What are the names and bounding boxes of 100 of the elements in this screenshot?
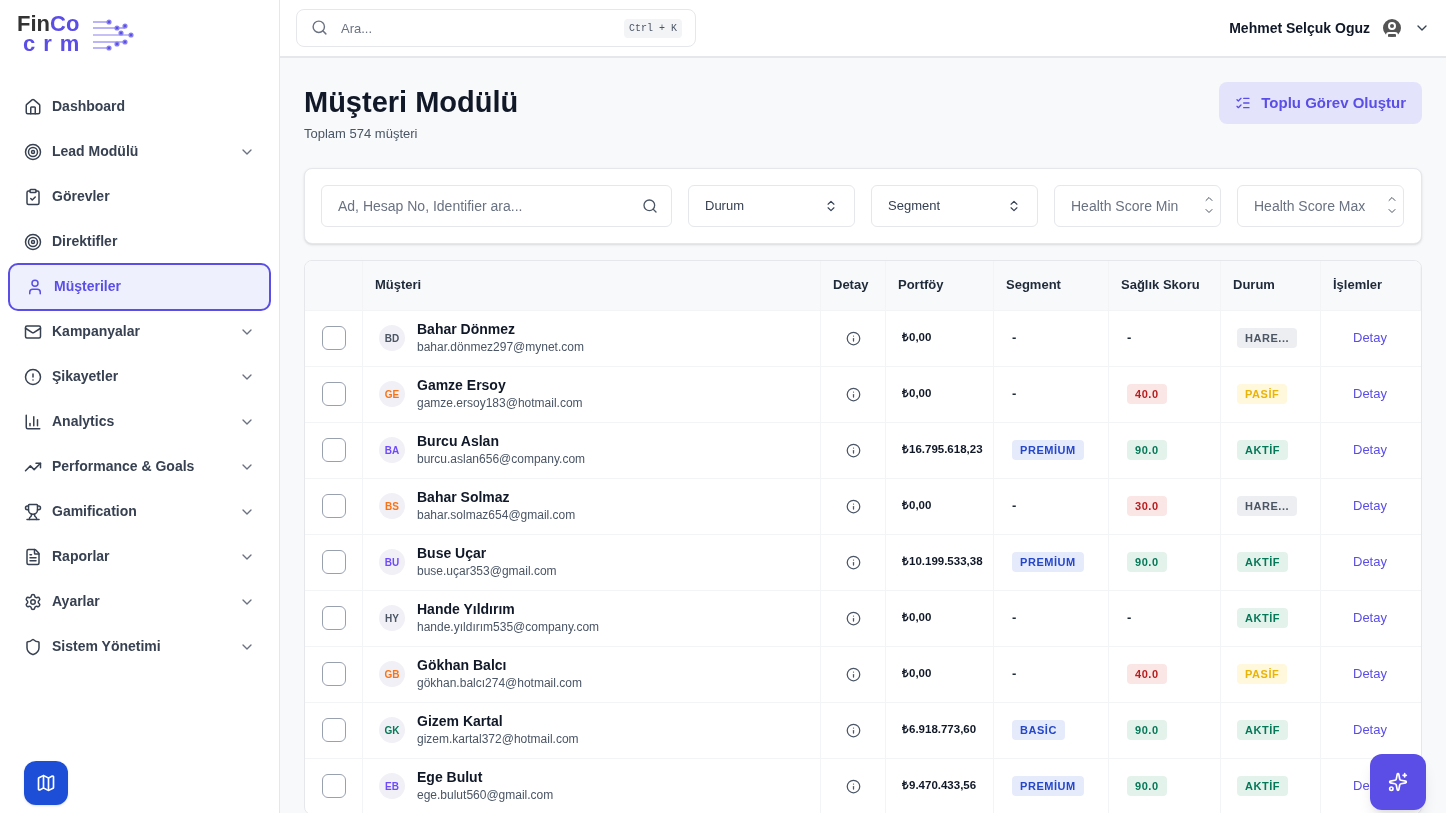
detail-link[interactable]: Detay bbox=[1353, 328, 1387, 348]
portfolio-value: ₺0,00 bbox=[902, 610, 932, 626]
info-icon[interactable] bbox=[845, 554, 861, 570]
info-icon[interactable] bbox=[845, 330, 861, 346]
customer-name: Hande Yıldırım bbox=[417, 600, 516, 618]
info-icon[interactable] bbox=[845, 442, 861, 458]
filter-select[interactable]: Durum bbox=[688, 184, 855, 227]
shield-icon bbox=[24, 637, 42, 656]
nav-item[interactable]: Raporlar bbox=[8, 534, 271, 579]
nav-item[interactable]: Lead Modülü bbox=[8, 129, 271, 174]
nav-item[interactable]: Gamification bbox=[8, 489, 271, 534]
nav-item[interactable]: Sistem Yönetimi bbox=[8, 624, 271, 669]
customer-email: hande.yıldırım535@company.com bbox=[417, 619, 600, 636]
detail-link[interactable]: Detay bbox=[1353, 608, 1387, 628]
bar-chart-icon bbox=[24, 412, 42, 431]
row-checkbox[interactable] bbox=[321, 550, 346, 574]
initials-avatar: BA bbox=[379, 437, 405, 463]
column-header: İşlemler bbox=[1333, 276, 1383, 295]
score-tag: 90.0 bbox=[1127, 775, 1167, 797]
sparkles-icon bbox=[1388, 772, 1408, 792]
nav-item[interactable]: Performance & Goals bbox=[8, 444, 271, 489]
initials-avatar: EB bbox=[379, 773, 405, 799]
portfolio-value: ₺0,00 bbox=[902, 386, 932, 402]
number-field[interactable]: Health Score Min bbox=[1054, 184, 1221, 227]
column-header: Detay bbox=[833, 276, 869, 295]
score-tag: 40.0 bbox=[1127, 383, 1167, 405]
row-checkbox[interactable] bbox=[321, 494, 346, 518]
status-tag: PASİF bbox=[1237, 383, 1288, 405]
nav-item[interactable]: Görevler bbox=[8, 174, 271, 219]
column-header: Müşteri bbox=[375, 276, 422, 295]
status-tag: AKTİF bbox=[1237, 607, 1289, 629]
initials-avatar: GB bbox=[379, 661, 405, 687]
portfolio-value: ₺9.470.433,56 bbox=[902, 778, 977, 794]
ai-assistant-button[interactable] bbox=[1370, 754, 1426, 810]
segment-tag: BASİC bbox=[1012, 719, 1065, 741]
row-checkbox[interactable] bbox=[321, 662, 346, 686]
document-icon bbox=[24, 547, 42, 566]
alert-icon bbox=[24, 367, 42, 386]
portfolio-value: ₺0,00 bbox=[902, 330, 932, 346]
empty-dash: - bbox=[1012, 609, 1017, 628]
row-checkbox[interactable] bbox=[321, 382, 346, 406]
clipboard-icon bbox=[24, 187, 42, 206]
detail-link[interactable]: Detay bbox=[1353, 496, 1387, 516]
customer-search-field[interactable]: Ad, Hesap No, Identifier ara... bbox=[321, 184, 672, 227]
row-checkbox[interactable] bbox=[321, 326, 346, 350]
info-icon[interactable] bbox=[845, 610, 861, 626]
shortcut-hint: Ctrl + K bbox=[624, 19, 682, 38]
detail-link[interactable]: Detay bbox=[1353, 440, 1387, 460]
portfolio-value: ₺16.795.618,23 bbox=[902, 442, 983, 458]
customer-name: Burcu Aslan bbox=[417, 432, 500, 450]
info-icon[interactable] bbox=[845, 778, 861, 794]
initials-avatar: BU bbox=[379, 549, 405, 575]
page-subtitle: Toplam 574 müşteri bbox=[304, 125, 419, 143]
portfolio-value: ₺6.918.773,60 bbox=[902, 722, 977, 738]
score-tag: 90.0 bbox=[1127, 551, 1167, 573]
customer-name: Bahar Dönmez bbox=[417, 320, 517, 338]
checklist-icon bbox=[1235, 95, 1252, 111]
user-icon bbox=[26, 277, 44, 296]
nav-item[interactable]: Şikayetler bbox=[8, 354, 271, 399]
customer-name: Gizem Kartal bbox=[417, 712, 504, 730]
detail-link[interactable]: Detay bbox=[1353, 664, 1387, 684]
bulk-task-button[interactable]: Toplu Görev Oluştur bbox=[1219, 82, 1422, 124]
detail-link[interactable]: Detay bbox=[1353, 384, 1387, 404]
nav-item[interactable]: Ayarlar bbox=[8, 579, 271, 624]
nav-item[interactable]: Kampanyalar bbox=[8, 309, 271, 354]
avatar-icon[interactable] bbox=[1380, 16, 1404, 40]
customer-email: bahar.dönmez297@mynet.com bbox=[417, 339, 584, 356]
customer-name: Bahar Solmaz bbox=[417, 488, 511, 506]
empty-dash: - bbox=[1127, 329, 1132, 348]
nav-item[interactable]: Dashboard bbox=[8, 84, 271, 129]
mail-icon bbox=[24, 322, 42, 341]
map-button[interactable] bbox=[24, 761, 68, 805]
info-icon[interactable] bbox=[845, 666, 861, 682]
detail-link[interactable]: Detay bbox=[1353, 720, 1387, 740]
number-field[interactable]: Health Score Max bbox=[1237, 184, 1404, 227]
segment-tag: PREMİUM bbox=[1012, 439, 1084, 461]
nav-item[interactable]: Analytics bbox=[8, 399, 271, 444]
score-tag: 30.0 bbox=[1127, 495, 1167, 517]
detail-link[interactable]: De bbox=[1353, 776, 1370, 796]
status-tag: AKTİF bbox=[1237, 719, 1289, 741]
filter-select[interactable]: Segment bbox=[871, 184, 1038, 227]
customer-name: Ege Bulut bbox=[417, 768, 484, 786]
search-icon bbox=[642, 197, 658, 214]
row-checkbox[interactable] bbox=[321, 438, 346, 462]
info-icon[interactable] bbox=[845, 386, 861, 402]
segment-tag: PREMİUM bbox=[1012, 551, 1084, 573]
customer-name: Buse Uçar bbox=[417, 544, 488, 562]
row-checkbox[interactable] bbox=[321, 774, 346, 798]
customer-name: Gamze Ersoy bbox=[417, 376, 507, 394]
info-icon[interactable] bbox=[845, 498, 861, 514]
detail-link[interactable]: Detay bbox=[1353, 552, 1387, 572]
updown-icon bbox=[1007, 198, 1021, 213]
nav-item[interactable]: Müşteriler bbox=[8, 262, 271, 311]
portfolio-value: ₺0,00 bbox=[902, 498, 932, 514]
initials-avatar: GE bbox=[379, 381, 405, 407]
nav-item[interactable]: Direktifler bbox=[8, 219, 271, 264]
status-tag: HARE... bbox=[1237, 327, 1298, 349]
row-checkbox[interactable] bbox=[321, 606, 346, 630]
info-icon[interactable] bbox=[845, 722, 861, 738]
row-checkbox[interactable] bbox=[321, 718, 346, 742]
